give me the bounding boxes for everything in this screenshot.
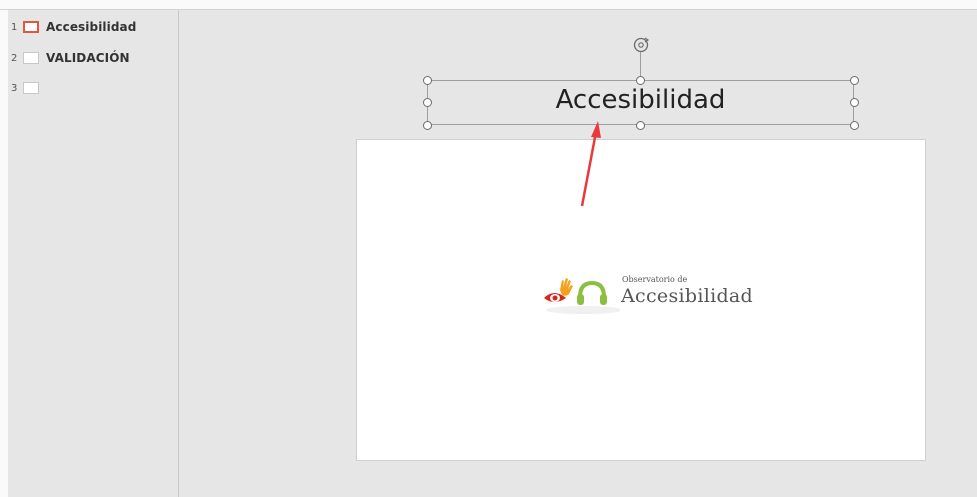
slide-thumbnail-icon[interactable] bbox=[23, 82, 39, 94]
logo-emblem-icon bbox=[544, 278, 622, 314]
rotate-handle-icon[interactable] bbox=[630, 34, 652, 56]
slide-item-2[interactable]: 2 VALIDACIÓN bbox=[11, 50, 130, 66]
slide-outline-panel[interactable]: 1 Accesibilidad 2 VALIDACIÓN 3 bbox=[8, 10, 179, 497]
slide-number: 3 bbox=[11, 82, 18, 94]
resize-handle-right[interactable] bbox=[850, 98, 859, 107]
slide-thumbnail-icon[interactable] bbox=[23, 52, 39, 64]
slide-number: 2 bbox=[11, 52, 18, 64]
slide-title: VALIDACIÓN bbox=[46, 51, 130, 65]
slide-title-text[interactable]: Accesibilidad bbox=[428, 85, 853, 115]
resize-handle-bottom-right[interactable] bbox=[850, 121, 859, 130]
resize-handle-top-left[interactable] bbox=[423, 76, 432, 85]
resize-handle-bottom-left[interactable] bbox=[423, 121, 432, 130]
resize-handle-top-right[interactable] bbox=[850, 76, 859, 85]
logo-title: Accesibilidad bbox=[621, 285, 754, 307]
title-text-box[interactable]: Accesibilidad bbox=[427, 80, 854, 125]
slide-item-3[interactable]: 3 bbox=[11, 80, 46, 96]
slide-thumbnail-icon[interactable] bbox=[23, 21, 39, 33]
resize-handle-top[interactable] bbox=[636, 76, 645, 85]
resize-handle-bottom[interactable] bbox=[636, 121, 645, 130]
resize-handle-left[interactable] bbox=[423, 98, 432, 107]
logo-subtitle: Observatorio de bbox=[622, 275, 688, 284]
top-border bbox=[0, 0, 977, 10]
slide-title: Accesibilidad bbox=[46, 20, 137, 34]
slide-number: 1 bbox=[11, 21, 18, 33]
left-edge bbox=[0, 10, 8, 497]
slide-item-1[interactable]: 1 Accesibilidad bbox=[11, 19, 136, 35]
